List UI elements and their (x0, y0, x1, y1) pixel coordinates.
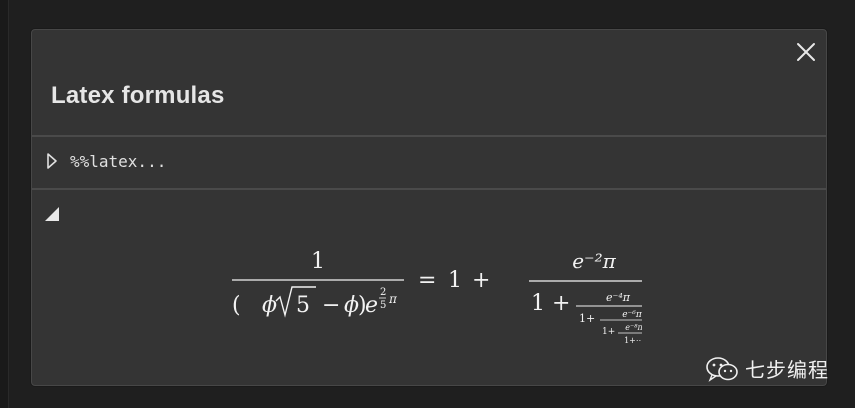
lhs-phi-1: ϕ (262, 293, 277, 318)
watermark-text: 七步编程 (745, 358, 829, 382)
level3-den-one: 1+ (602, 327, 615, 337)
rhs-plus: + (472, 268, 490, 293)
code-cell-source[interactable]: %%latex... (70, 152, 166, 171)
den-one: 1 (531, 291, 545, 316)
level4-denominator: 1+⋯ (624, 336, 642, 345)
equals-sign: = (418, 268, 436, 293)
lhs-e: e (365, 293, 378, 318)
level3-numerator: e⁻⁶π (622, 310, 642, 320)
wechat-icon (706, 356, 738, 382)
watermark: 七步编程 (705, 354, 829, 383)
close-icon[interactable] (794, 40, 818, 64)
code-cell[interactable]: %%latex... (32, 137, 826, 188)
notebook-panel: Latex formulas %%latex... 1 ( ϕ 5 − ϕ ) … (31, 29, 827, 386)
exp-pi: π (388, 292, 398, 306)
den-plus: + (552, 291, 570, 316)
level2-numerator: e⁻⁴π (606, 291, 631, 304)
panel-title: Latex formulas (51, 82, 225, 109)
lhs-numerator: 1 (311, 249, 325, 274)
collapse-triangle-icon[interactable] (43, 205, 61, 223)
lhs-open-paren: ( (232, 293, 241, 318)
exp-num: 2 (380, 287, 386, 298)
exp-den: 5 (380, 300, 386, 311)
sqrt-argument: 5 (296, 293, 310, 318)
level2-den-one: 1+ (579, 312, 595, 325)
level4-numerator: e⁻⁸π (625, 323, 642, 332)
lhs-minus: − (322, 293, 340, 318)
rhs-one: 1 (448, 268, 462, 293)
app-window: Latex formulas %%latex... 1 ( ϕ 5 − ϕ ) … (0, 0, 855, 408)
chevron-right-icon[interactable] (46, 152, 58, 170)
latex-formula-output: 1 ( ϕ 5 − ϕ ) e 2 5 π = 1 + e⁻²π 1 + e⁻⁴… (232, 249, 642, 345)
frac-numerator: e⁻²π (572, 249, 616, 273)
lhs-phi-2: ϕ (344, 293, 359, 318)
divider (32, 188, 826, 190)
left-rail (0, 0, 9, 408)
